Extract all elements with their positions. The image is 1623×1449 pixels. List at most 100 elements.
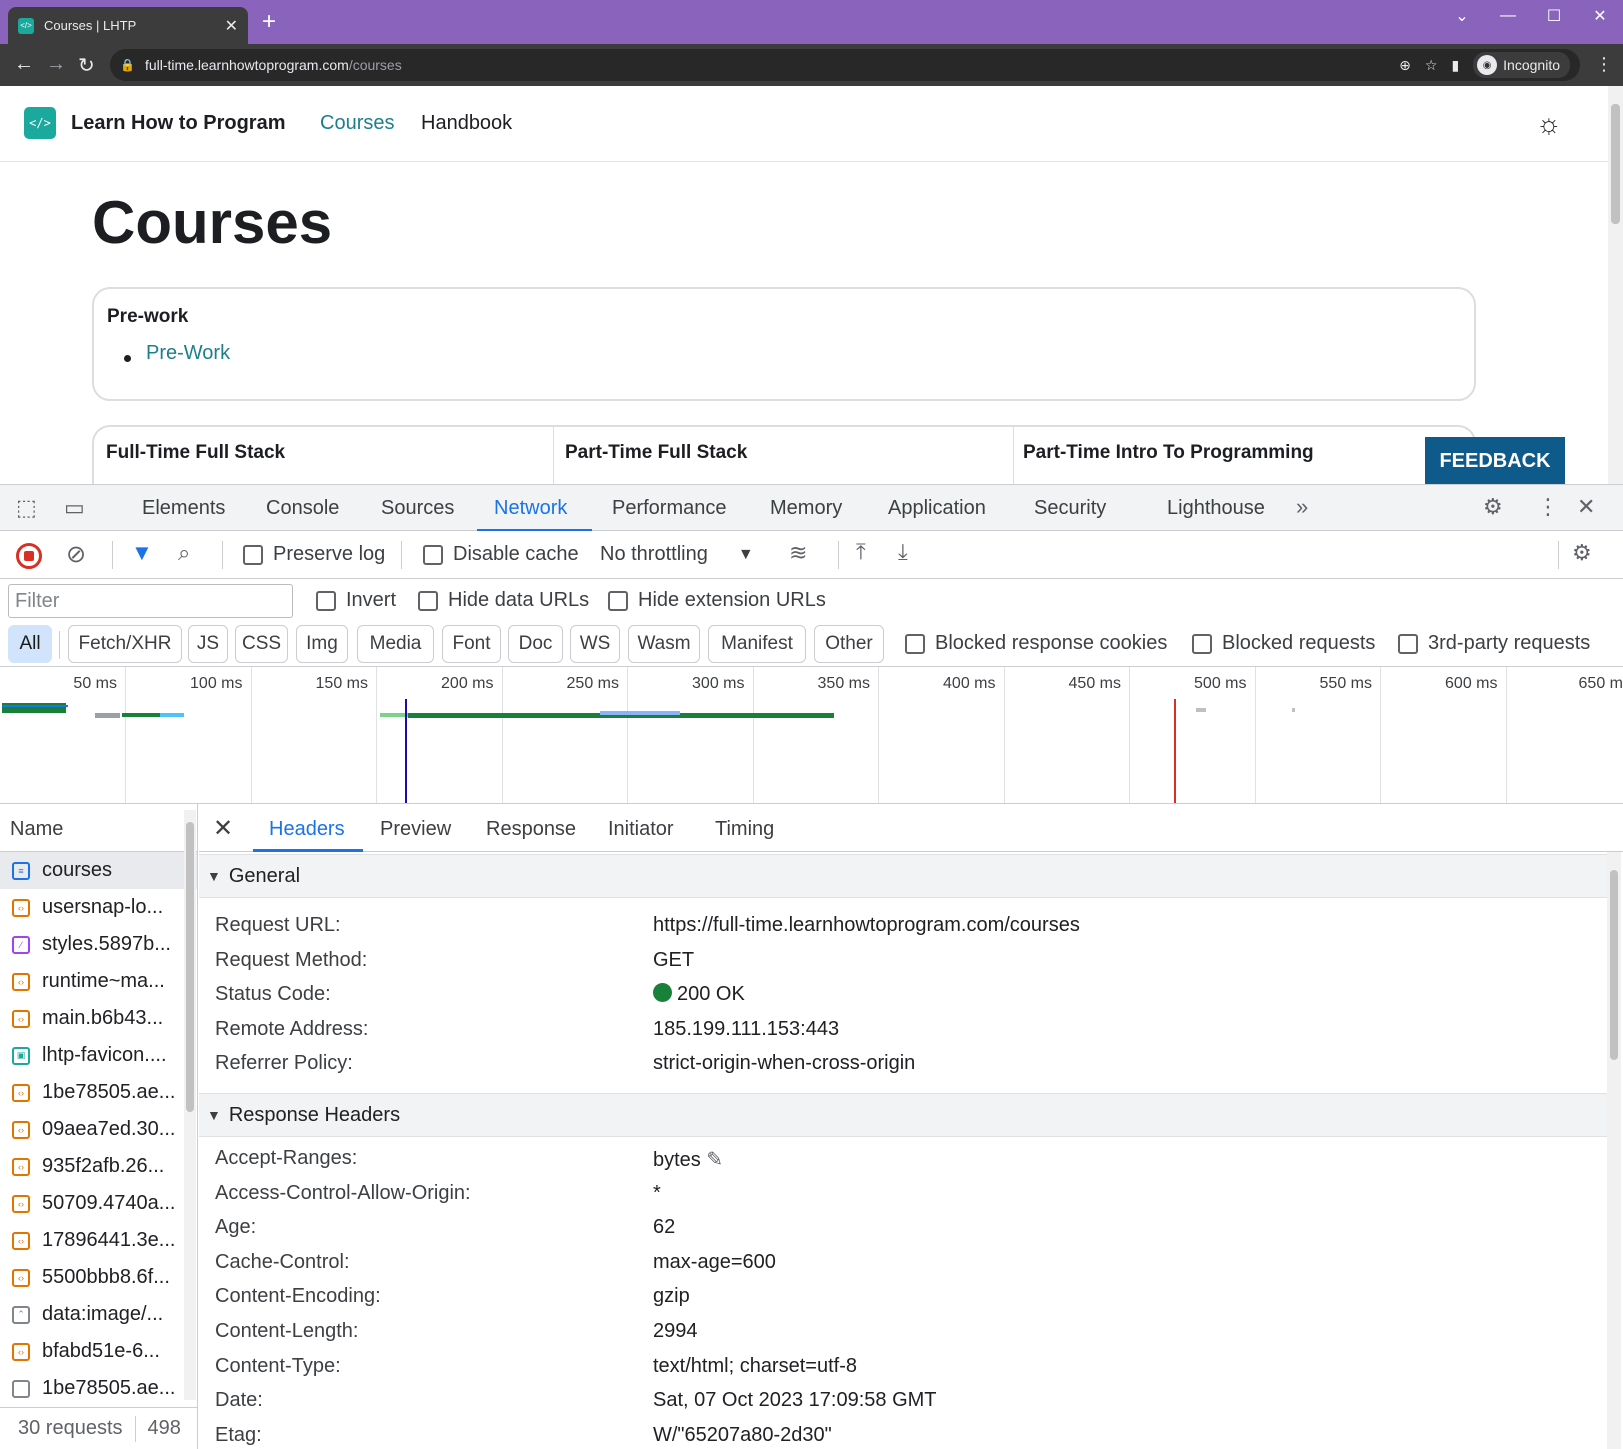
devtools-menu-icon[interactable]: ⋮: [1537, 494, 1559, 520]
hide-data-urls-checkbox[interactable]: Hide data URLs: [418, 589, 589, 612]
tab-performance[interactable]: Performance: [612, 497, 727, 520]
header-value[interactable]: 200 OK: [653, 983, 745, 1006]
export-har-icon[interactable]: ⤓: [898, 539, 908, 565]
tab-initiator[interactable]: Initiator: [608, 818, 674, 841]
header-value[interactable]: Sat, 07 Oct 2023 17:09:58 GMT: [653, 1389, 937, 1412]
filter-chip-font[interactable]: Font: [442, 625, 501, 663]
header-value[interactable]: gzip: [653, 1285, 690, 1308]
lock-icon[interactable]: 🔒: [120, 58, 135, 72]
reload-icon[interactable]: ↻: [78, 53, 95, 78]
request-row[interactable]: ‹› 17896441.3e...: [0, 1222, 197, 1259]
network-conditions-icon[interactable]: ≋: [789, 540, 807, 566]
request-row[interactable]: ‹› 5500bbb8.6f...: [0, 1259, 197, 1296]
import-har-icon[interactable]: ⤒: [856, 539, 866, 565]
response-headers-section-header[interactable]: ▼ Response Headers: [199, 1093, 1609, 1137]
page-scrollbar[interactable]: [1608, 86, 1623, 484]
request-row[interactable]: ‹› runtime~ma...: [0, 963, 197, 1000]
request-row[interactable]: ‹› bfabd51e-6...: [0, 1333, 197, 1370]
filter-icon[interactable]: ▼: [131, 540, 153, 566]
incognito-badge[interactable]: ◉ Incognito: [1473, 52, 1570, 78]
site-logo-icon[interactable]: </>: [24, 107, 56, 139]
feedback-button[interactable]: FEEDBACK: [1425, 437, 1565, 484]
filter-chip-wasm[interactable]: Wasm: [628, 625, 700, 663]
request-row[interactable]: ‹› 09aea7ed.30...: [0, 1111, 197, 1148]
filter-chip-other[interactable]: Other: [814, 625, 884, 663]
side-panel-icon[interactable]: ▮: [1451, 57, 1459, 74]
search-icon[interactable]: ⌕: [178, 540, 190, 566]
tab-preview[interactable]: Preview: [380, 818, 451, 841]
tab-response[interactable]: Response: [486, 818, 576, 841]
request-row[interactable]: ‹› 935f2afb.26...: [0, 1148, 197, 1185]
invert-checkbox[interactable]: Invert: [316, 589, 396, 612]
nav-handbook-link[interactable]: Handbook: [421, 112, 512, 135]
filter-chip-media[interactable]: Media: [357, 625, 434, 663]
hide-extension-urls-checkbox[interactable]: Hide extension URLs: [608, 589, 826, 612]
inspect-element-icon[interactable]: ⬚: [16, 495, 37, 521]
tab-network[interactable]: Network: [494, 497, 567, 520]
filter-input[interactable]: Filter: [8, 584, 293, 618]
browser-tab[interactable]: </> Courses | LHTP ✕: [8, 7, 248, 44]
header-value[interactable]: bytes ✎: [653, 1147, 723, 1172]
header-value[interactable]: 2994: [653, 1320, 698, 1343]
network-settings-icon[interactable]: ⚙: [1572, 540, 1592, 566]
filter-chip-doc[interactable]: Doc: [508, 625, 563, 663]
request-row[interactable]: ‹› usersnap-lo...: [0, 889, 197, 926]
more-tabs-icon[interactable]: »: [1296, 494, 1308, 520]
tab-timing[interactable]: Timing: [715, 818, 774, 841]
clear-icon[interactable]: ⊘: [66, 540, 86, 569]
requests-scrollbar[interactable]: [184, 810, 196, 1400]
general-section-header[interactable]: ▼ General: [199, 854, 1609, 898]
blocked-cookies-checkbox[interactable]: Blocked response cookies: [905, 632, 1167, 655]
prework-link[interactable]: Pre-Work: [146, 342, 230, 365]
device-toolbar-icon[interactable]: ▭: [64, 495, 85, 521]
header-value[interactable]: max-age=600: [653, 1251, 776, 1274]
minimize-icon[interactable]: —: [1485, 0, 1531, 32]
request-row[interactable]: ‹› main.b6b43...: [0, 1000, 197, 1037]
filter-chip-js[interactable]: JS: [188, 625, 228, 663]
header-value[interactable]: strict-origin-when-cross-origin: [653, 1052, 915, 1075]
nav-courses-link[interactable]: Courses: [320, 112, 394, 135]
filter-chip-css[interactable]: CSS: [235, 625, 288, 663]
back-icon[interactable]: ←: [14, 53, 34, 76]
request-row[interactable]: ▣ lhtp-favicon....: [0, 1037, 197, 1074]
close-detail-icon[interactable]: ✕: [213, 814, 233, 843]
request-row[interactable]: 1be78505.ae...: [0, 1370, 197, 1407]
header-value[interactable]: 62: [653, 1216, 675, 1239]
header-value[interactable]: *: [653, 1182, 661, 1205]
url-input[interactable]: 🔒 full-time.learnhowtoprogram.com/course…: [110, 49, 1580, 81]
filter-chip-manifest[interactable]: Manifest: [708, 625, 806, 663]
edit-pencil-icon[interactable]: ✎: [701, 1149, 723, 1171]
maximize-icon[interactable]: ☐: [1531, 0, 1577, 32]
tab-headers[interactable]: Headers: [269, 818, 345, 841]
header-value[interactable]: 185.199.111.153:443: [653, 1018, 839, 1041]
browser-menu-icon[interactable]: ⋮: [1595, 54, 1613, 75]
theme-toggle-icon[interactable]: ☼: [1536, 108, 1562, 140]
tab-lighthouse[interactable]: Lighthouse: [1167, 497, 1265, 520]
request-row[interactable]: ‹› 50709.4740a...: [0, 1185, 197, 1222]
header-value[interactable]: GET: [653, 949, 694, 972]
name-column-header[interactable]: Name: [0, 804, 197, 852]
filter-chip-img[interactable]: Img: [296, 625, 348, 663]
header-value[interactable]: text/html; charset=utf-8: [653, 1355, 857, 1378]
tab-memory[interactable]: Memory: [770, 497, 842, 520]
close-window-icon[interactable]: ✕: [1577, 0, 1623, 32]
tab-application[interactable]: Application: [888, 497, 986, 520]
site-brand[interactable]: Learn How to Program: [71, 112, 285, 135]
tab-security[interactable]: Security: [1034, 497, 1106, 520]
request-row[interactable]: ⌃ data:image/...: [0, 1296, 197, 1333]
request-row[interactable]: ⁄ styles.5897b...: [0, 926, 197, 963]
third-party-checkbox[interactable]: 3rd-party requests: [1398, 632, 1590, 655]
network-overview-timeline[interactable]: 50 ms 100 ms 150 ms 200 ms 250 ms 300 ms 350 m…: [0, 667, 1623, 804]
settings-gear-icon[interactable]: ⚙: [1483, 494, 1503, 520]
forward-icon[interactable]: →: [46, 53, 66, 76]
close-devtools-icon[interactable]: ✕: [1577, 494, 1595, 520]
tab-search-icon[interactable]: ⌄: [1439, 0, 1485, 32]
detail-scrollbar[interactable]: [1607, 852, 1621, 1449]
header-value[interactable]: W/"65207a80-2d30": [653, 1424, 832, 1447]
preserve-log-checkbox[interactable]: Preserve log: [243, 543, 385, 566]
disable-cache-checkbox[interactable]: Disable cache: [423, 543, 579, 566]
request-row[interactable]: ≡ courses: [0, 852, 197, 889]
filter-chip-fetch-xhr[interactable]: Fetch/XHR: [68, 625, 182, 663]
bookmark-star-icon[interactable]: ☆: [1425, 57, 1438, 74]
filter-chip-all[interactable]: All: [8, 625, 52, 663]
